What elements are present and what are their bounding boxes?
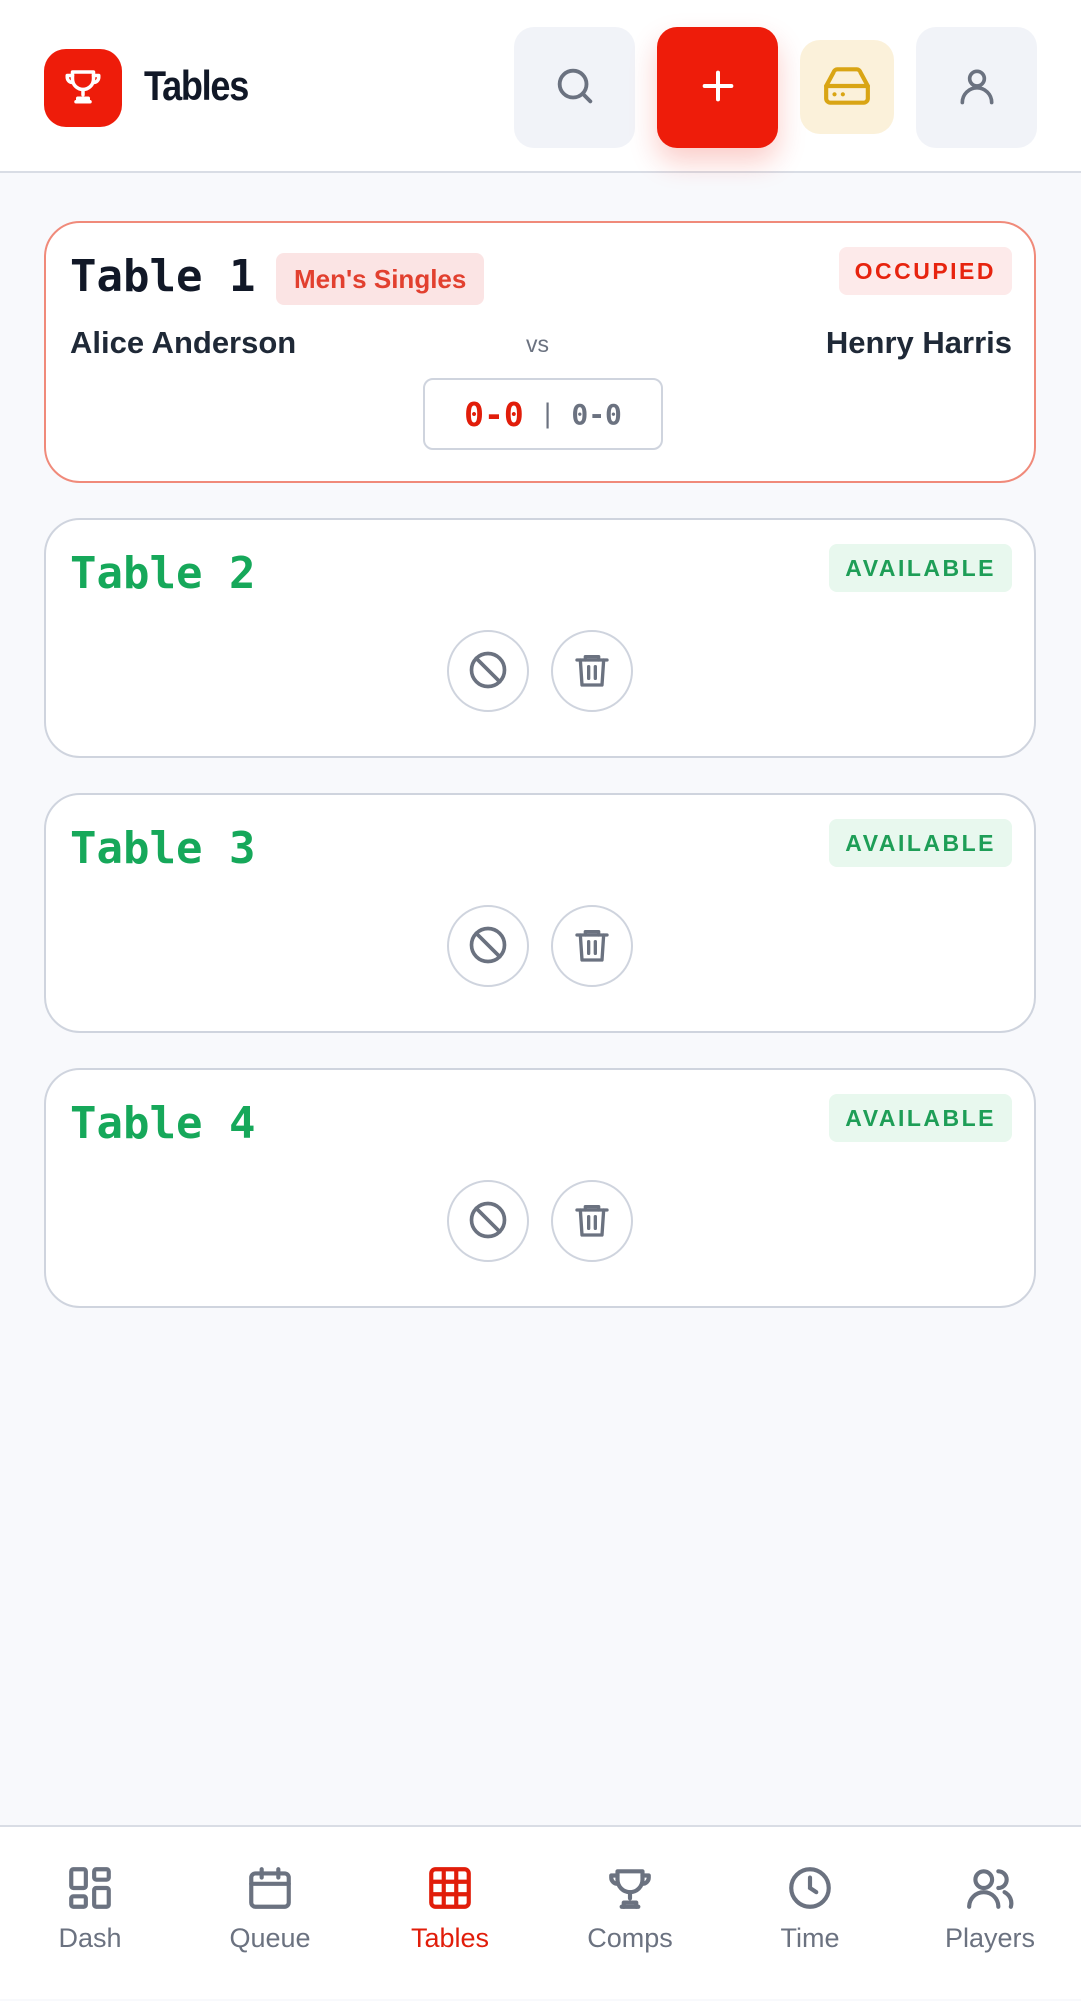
competition-badge: Men's Singles: [276, 253, 485, 305]
hard-drive-icon: [822, 61, 872, 114]
nav-label: Queue: [229, 1923, 311, 1953]
status-badge: OCCUPIED: [838, 247, 1012, 295]
status-badge: AVAILABLE: [829, 819, 1012, 867]
table-card[interactable]: Table 1 Men's Singles OCCUPIED Alice And…: [44, 221, 1036, 483]
user-icon: [955, 64, 999, 111]
dashboard-icon: [63, 1861, 117, 1915]
nav-item-queue[interactable]: Queue: [180, 1827, 360, 2001]
table-name: Table 3: [70, 823, 256, 874]
clock-icon: [783, 1861, 837, 1915]
score-separator: |: [539, 399, 556, 429]
app-header: Tables: [0, 0, 1081, 173]
page-title: Tables: [144, 62, 249, 109]
disable-table-button[interactable]: [447, 630, 529, 712]
nav-item-time[interactable]: Time: [720, 1827, 900, 2001]
add-button[interactable]: [657, 27, 778, 148]
trash-icon: [572, 1200, 612, 1243]
table-card[interactable]: Table 2 AVAILABLE: [44, 518, 1036, 758]
nav-label: Time: [780, 1923, 840, 1953]
search-icon: [552, 63, 598, 112]
ban-icon: [466, 1198, 510, 1245]
nav-label: Players: [944, 1923, 1036, 1953]
table-card[interactable]: Table 4 AVAILABLE: [44, 1068, 1036, 1308]
status-badge: AVAILABLE: [829, 1094, 1012, 1142]
current-game-score: 0-0: [464, 394, 524, 434]
nav-label: Comps: [587, 1923, 673, 1953]
trophy-icon: [62, 65, 104, 112]
player-left: Alice Anderson: [70, 325, 297, 360]
player-right: Henry Harris: [825, 325, 1012, 360]
table-name: Table 2: [70, 548, 256, 599]
table-card[interactable]: Table 3 AVAILABLE: [44, 793, 1036, 1033]
trophy-icon: [603, 1861, 657, 1915]
plus-icon: [698, 66, 738, 109]
table-name: Table 4: [70, 1098, 256, 1149]
nav-item-players[interactable]: Players: [900, 1827, 1080, 2001]
delete-table-button[interactable]: [551, 905, 633, 987]
delete-table-button[interactable]: [551, 630, 633, 712]
app-logo: [44, 49, 122, 127]
disable-table-button[interactable]: [447, 1180, 529, 1262]
nav-item-tables[interactable]: Tables: [360, 1827, 540, 2001]
trash-icon: [572, 650, 612, 693]
vs-label: vs: [526, 331, 549, 357]
account-button[interactable]: [916, 27, 1037, 148]
delete-table-button[interactable]: [551, 1180, 633, 1262]
ban-icon: [466, 648, 510, 695]
disable-table-button[interactable]: [447, 905, 529, 987]
status-badge: AVAILABLE: [829, 544, 1012, 592]
grid-icon: [423, 1861, 477, 1915]
score-box[interactable]: 0-0 | 0-0: [423, 378, 663, 450]
search-button[interactable]: [514, 27, 635, 148]
nav-item-dash[interactable]: Dash: [0, 1827, 180, 2001]
table-name: Table 1: [70, 251, 256, 302]
nav-label: Tables: [410, 1923, 490, 1953]
users-icon: [963, 1861, 1017, 1915]
games-score: 0-0: [571, 397, 622, 431]
ban-icon: [466, 923, 510, 970]
trash-icon: [572, 925, 612, 968]
nav-item-comps[interactable]: Comps: [540, 1827, 720, 2001]
nav-label: Dash: [58, 1923, 122, 1953]
bottom-nav: Dash Queue Tables Comps Time Players: [0, 1825, 1081, 1999]
storage-button[interactable]: [800, 40, 894, 134]
calendar-icon: [243, 1861, 297, 1915]
